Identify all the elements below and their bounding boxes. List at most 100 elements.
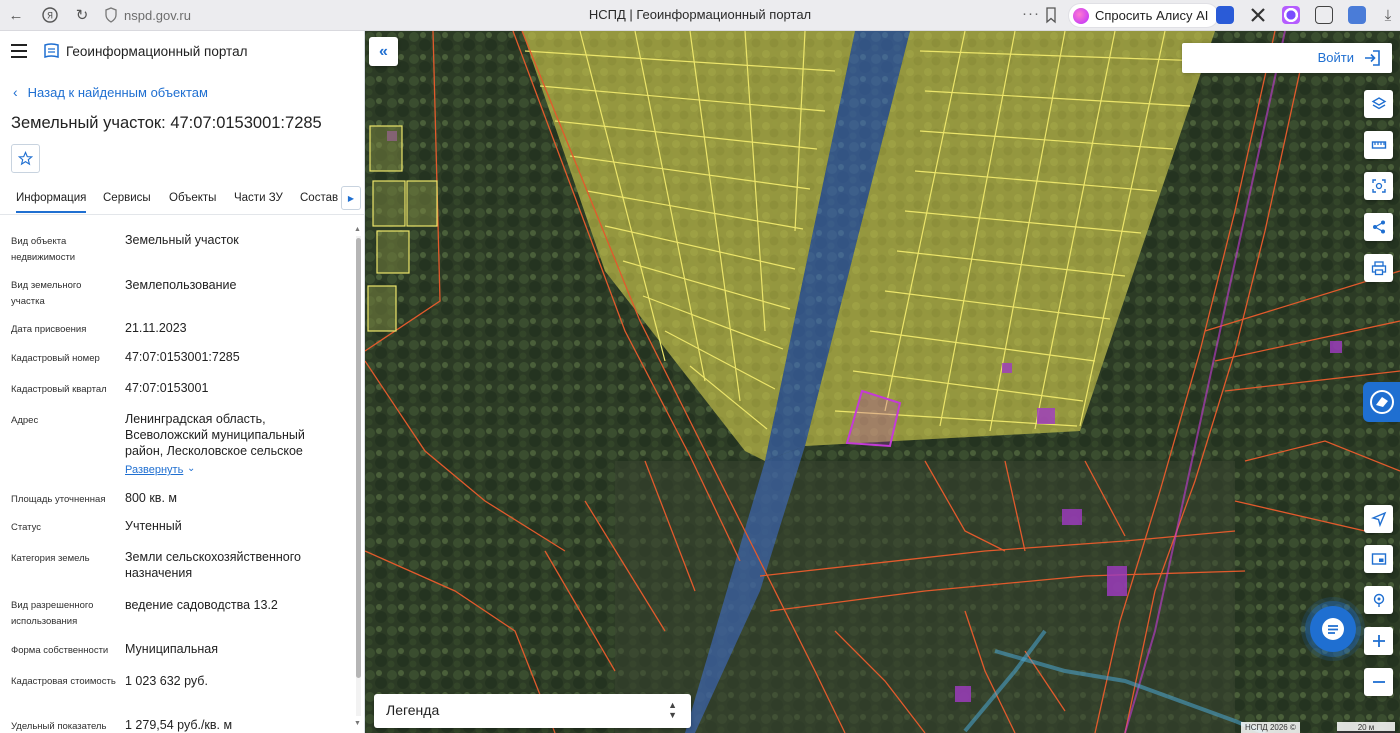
geolocation-icon	[1373, 593, 1384, 607]
attribute-label: Вид земельного участка	[11, 280, 82, 307]
ruler-icon	[1371, 141, 1386, 149]
attribute-label: Кадастровая стоимость	[11, 676, 116, 687]
attribute-value: Земли сельскохозяйственного назначения	[125, 550, 301, 580]
expand-address-link[interactable]: Развернуть	[125, 464, 183, 476]
minimap-icon	[1371, 553, 1386, 565]
chat-button[interactable]	[1310, 606, 1356, 652]
back-to-results-link[interactable]: ‹ Назад к найденным объектам	[13, 84, 208, 100]
ask-alice-label: Спросить Алису AI	[1095, 8, 1209, 23]
select-area-button[interactable]	[1364, 172, 1393, 200]
attribute-value: 47:07:0153001	[125, 381, 209, 395]
yandex-icon[interactable]: Я	[38, 4, 62, 26]
layers-button[interactable]	[1364, 90, 1393, 118]
login-button[interactable]: Войти	[1182, 43, 1392, 73]
attribute-value: Муниципальная	[125, 642, 218, 656]
object-title: Земельный участок: 47:07:0153001:7285	[11, 114, 322, 132]
tab-objects[interactable]: Объекты	[169, 192, 216, 204]
alice-icon	[1073, 7, 1089, 24]
satellite-map[interactable]	[365, 31, 1400, 733]
attribute-label: Площадь уточненная	[11, 494, 106, 505]
scale-bar: 20 м	[1337, 722, 1395, 733]
address-bar[interactable]: nspd.gov.ru	[124, 8, 191, 23]
extension-icon[interactable]	[1216, 6, 1234, 24]
menu-icon[interactable]	[11, 44, 27, 58]
chevron-left-icon: ‹	[13, 84, 18, 100]
browser-toolbar: ← Я ↻ nspd.gov.ru НСПД | Геоинформационн…	[0, 0, 1400, 31]
share-button[interactable]	[1364, 213, 1393, 241]
attribute-value: 47:07:0153001:7285	[125, 350, 240, 364]
attribute-label: Категория земель	[11, 553, 90, 564]
attribute-value: 21.11.2023	[125, 321, 187, 335]
ruler-button[interactable]	[1364, 131, 1393, 159]
attribute-label: Вид разрешенного использования	[11, 600, 94, 627]
scroll-up-icon[interactable]: ▲	[354, 226, 361, 233]
login-icon	[1365, 50, 1380, 66]
tab-parts[interactable]: Части ЗУ	[234, 192, 283, 204]
minimap-button[interactable]	[1364, 545, 1393, 573]
scroll-thumb[interactable]	[356, 238, 361, 678]
extension-icon[interactable]	[1282, 6, 1300, 24]
attribute-value: Землепользование	[125, 278, 237, 292]
portal-logo	[44, 43, 59, 59]
extension-icon[interactable]	[1249, 6, 1267, 24]
attribute-label: Вид объекта недвижимости	[11, 236, 76, 263]
attribute-value: Ленинградская область, Всеволожский муни…	[125, 412, 305, 458]
zoom-in-icon	[1372, 635, 1385, 647]
scroll-down-icon[interactable]: ▼	[354, 720, 361, 727]
zoom-in-button[interactable]	[1364, 627, 1393, 655]
expand-arrows-icon: ▲ ▼	[668, 700, 677, 720]
tabs-scroll-right-button[interactable]: ▶	[341, 186, 361, 210]
chevron-down-icon[interactable]: ⌄	[187, 463, 195, 474]
print-button[interactable]	[1364, 254, 1393, 282]
download-icon[interactable]: ⤓	[1376, 4, 1400, 26]
quick-action-tab[interactable]	[1363, 382, 1400, 422]
chat-bubble-icon	[1369, 390, 1394, 414]
panel-scrollbar[interactable]: ▲ ▼	[354, 226, 363, 731]
share-icon	[1372, 220, 1385, 234]
zoom-out-button[interactable]	[1364, 668, 1393, 696]
attribute-label: Кадастровый квартал	[11, 384, 107, 395]
geolocation-button[interactable]	[1364, 586, 1393, 614]
attribute-label: Статус	[11, 522, 42, 533]
collapse-panel-button[interactable]: «	[369, 37, 398, 66]
back-arrow-icon[interactable]: ←	[4, 4, 28, 26]
locate-icon	[1370, 511, 1386, 527]
attribute-value: 1 279,54 руб./кв. м	[125, 718, 233, 732]
svg-text:Я: Я	[47, 12, 53, 22]
legend-dropdown[interactable]: Легенда ▲ ▼	[374, 694, 691, 728]
favorite-button[interactable]	[11, 144, 40, 173]
extension-icon[interactable]	[1348, 6, 1366, 24]
attribute-label: Кадастровый номер	[11, 353, 100, 364]
tab-composition[interactable]: Состав	[300, 192, 338, 204]
attribute-label: Удельный показатель	[11, 721, 107, 732]
panel-header: Геоинформационный портал	[0, 31, 364, 73]
ask-alice-button[interactable]: Спросить Алису AI	[1068, 3, 1220, 28]
portal-name: Геоинформационный портал	[66, 44, 248, 59]
map-view[interactable]: « Войти Легенда ▲ ▼ НСПД 2026 © 20 м	[365, 31, 1400, 733]
map-attribution: НСПД 2026 ©	[1241, 722, 1300, 733]
login-label: Войти	[1317, 50, 1354, 65]
attribute-value: ведение садоводства 13.2	[125, 598, 278, 612]
select-area-icon	[1371, 179, 1386, 193]
extension-icon[interactable]	[1315, 6, 1333, 24]
zoom-out-icon	[1372, 681, 1385, 683]
attribute-value: Учтенный	[125, 519, 182, 533]
star-icon	[18, 151, 33, 166]
tab-info[interactable]: Информация	[16, 192, 87, 213]
attribute-value: Земельный участок	[125, 233, 239, 247]
tab-services[interactable]: Сервисы	[103, 192, 151, 204]
bookmark-icon[interactable]	[1044, 6, 1058, 24]
attribute-value: 800 кв. м	[125, 491, 177, 505]
layers-icon	[1371, 97, 1386, 110]
info-panel: Геоинформационный портал ‹ Назад к найде…	[0, 31, 365, 733]
chat-icon	[1322, 618, 1344, 640]
attribute-label: Форма собственности	[11, 645, 109, 656]
print-icon	[1371, 261, 1386, 276]
attribute-value: 1 023 632 руб.	[125, 674, 208, 688]
reload-icon[interactable]: ↻	[70, 4, 94, 26]
legend-label: Легенда	[386, 702, 440, 718]
attribute-label: Адрес	[11, 415, 39, 426]
more-icon[interactable]: ···	[1022, 5, 1040, 22]
tab-bar: Информация Сервисы Объекты Части ЗУ Сост…	[0, 185, 364, 215]
navigate-button[interactable]	[1364, 505, 1393, 533]
